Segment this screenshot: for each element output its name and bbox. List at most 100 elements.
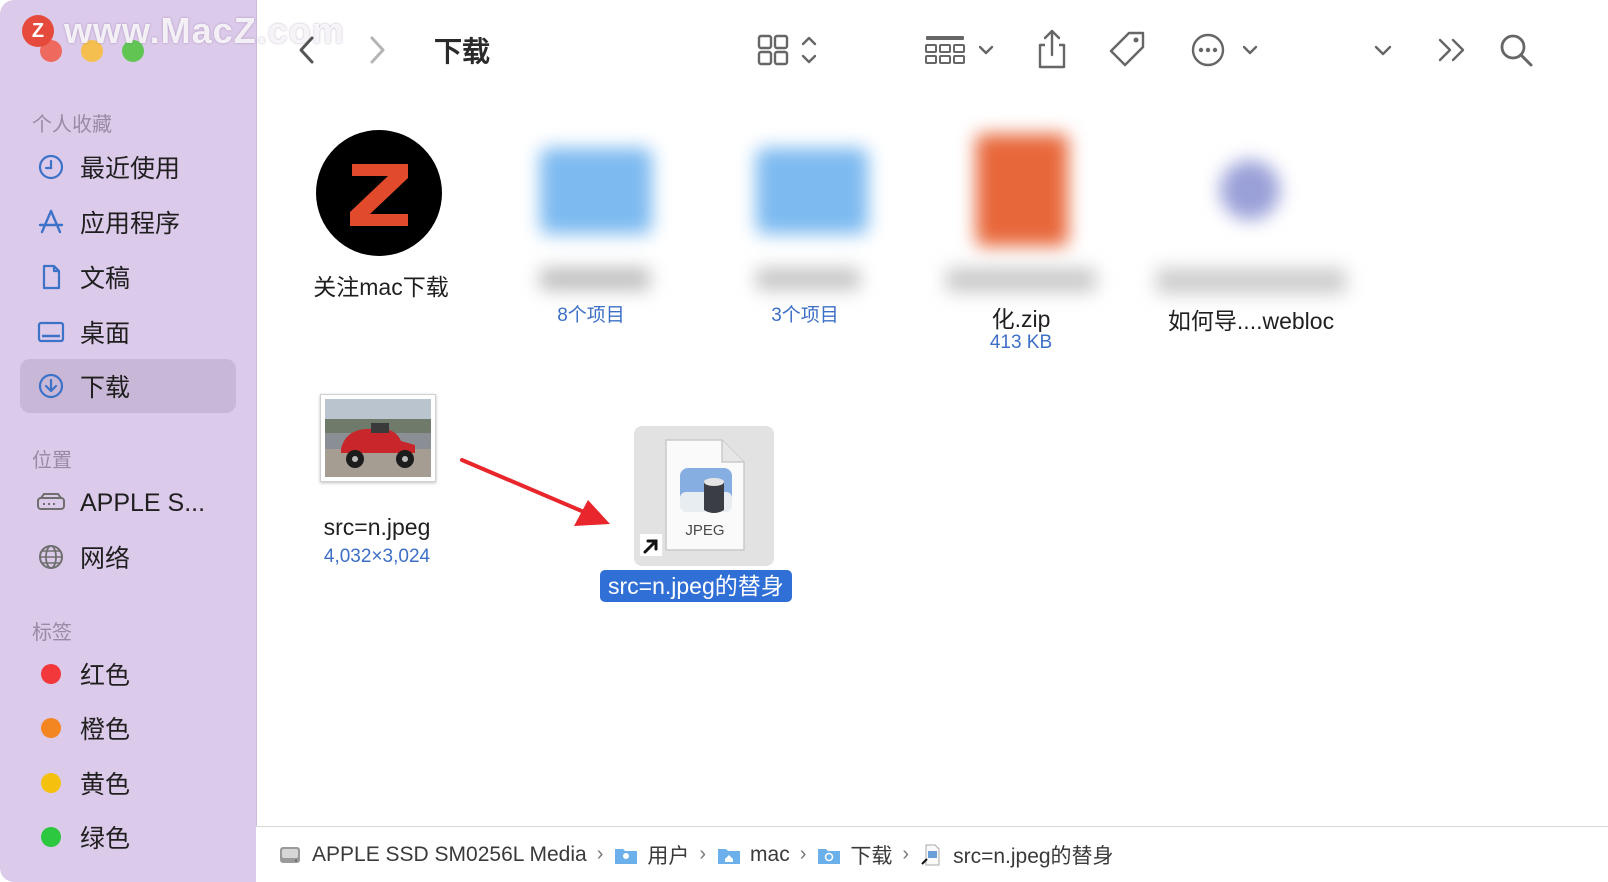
path-segment-label: src=n.jpeg的替身 <box>953 844 1114 868</box>
sidebar-item-label: 最近使用 <box>80 155 181 183</box>
drive-icon <box>36 488 66 518</box>
sidebar-item-label: 文稿 <box>80 265 131 293</box>
path-segment-users[interactable]: 用户 <box>613 840 689 870</box>
path-separator-icon: › <box>596 843 604 865</box>
file-name: 关注mac下载 <box>313 274 449 300</box>
blurred-name <box>540 268 650 290</box>
file-grid: 关注mac下载 8个项目 3个项目 化.zip 413 KB 如何导....we… <box>256 100 1608 826</box>
tag-dot-icon <box>36 768 66 798</box>
tags-section-title: 标签 <box>32 622 72 644</box>
path-segment-drive[interactable]: APPLE SSD SM0256L Media <box>278 843 587 867</box>
sidebar-item-tag-orange[interactable]: 橙色 <box>20 701 236 755</box>
group-button[interactable] <box>924 30 996 70</box>
file-type-badge: JPEG <box>685 522 725 539</box>
favorites-section-title: 个人收藏 <box>32 114 112 136</box>
tag-icon <box>1109 31 1145 67</box>
image-thumbnail <box>320 394 436 482</box>
forward-button[interactable] <box>360 30 394 70</box>
path-segment-downloads[interactable]: 下载 <box>816 840 892 870</box>
file-name: src=n.jpeg <box>323 514 431 540</box>
sidebar-item-recents[interactable]: 最近使用 <box>20 140 236 194</box>
sidebar-item-tag-yellow[interactable]: 黄色 <box>20 756 236 810</box>
watermark: Z www.MacZ.com <box>22 10 345 52</box>
sidebar-item-label: 橙色 <box>80 716 131 744</box>
file-name: 如何导....webloc <box>1167 308 1335 334</box>
jpeg-document-icon: JPEG <box>662 436 748 554</box>
share-icon <box>1038 29 1066 69</box>
file-name: 化.zip <box>991 306 1051 332</box>
apps-icon <box>36 207 66 237</box>
blurred-name <box>756 268 860 290</box>
home-folder-icon <box>718 848 741 864</box>
finder-window: 个人收藏 最近使用 应用程序 文稿 桌面 下载 位置 APPLE S... 网络… <box>0 0 1608 882</box>
view-mode-button[interactable] <box>756 30 826 70</box>
sidebar-item-label: 黄色 <box>80 771 131 799</box>
path-segment-home[interactable]: mac <box>716 843 790 867</box>
ellipsis-circle-icon <box>1191 33 1258 67</box>
path-separator-icon: › <box>799 843 807 865</box>
macz-logo-icon <box>316 130 442 256</box>
document-icon <box>36 262 66 292</box>
tag-button[interactable] <box>1106 28 1150 72</box>
window-title: 下载 <box>434 36 491 67</box>
sidebar-item-label: 红色 <box>80 662 131 690</box>
sidebar-item-label: 下载 <box>80 374 131 402</box>
file-subtitle: 413 KB <box>989 332 1053 353</box>
toolbar-overflow-button[interactable] <box>1432 30 1472 70</box>
sidebar-item-documents[interactable]: 文稿 <box>20 250 236 304</box>
watermark-text: www.MacZ.com <box>64 10 345 51</box>
red-arrow-icon <box>460 458 610 526</box>
double-chevron-right-icon <box>1438 38 1465 62</box>
file-name-selected: src=n.jpeg的替身 <box>600 570 792 602</box>
sidebar-item-label: 桌面 <box>80 320 131 348</box>
blurred-name <box>1156 268 1346 294</box>
sidebar: 个人收藏 最近使用 应用程序 文稿 桌面 下载 位置 APPLE S... 网络… <box>0 0 257 882</box>
sidebar-item-downloads[interactable]: 下载 <box>20 359 236 413</box>
locations-section-title: 位置 <box>32 450 72 472</box>
sidebar-item-desktop[interactable]: 桌面 <box>20 305 236 359</box>
search-button[interactable] <box>1494 28 1538 72</box>
clock-icon <box>36 152 66 182</box>
search-icon <box>1500 34 1533 67</box>
folder-icon <box>615 848 638 864</box>
sidebar-item-label: 应用程序 <box>80 210 181 238</box>
share-button[interactable] <box>1032 26 1072 72</box>
path-segment-label: 用户 <box>647 844 690 868</box>
globe-icon <box>36 542 66 572</box>
toolbar: 下载 <box>256 0 1608 100</box>
tag-dot-icon <box>36 713 66 743</box>
sidebar-item-tag-red[interactable]: 红色 <box>20 647 236 701</box>
path-dropdown-button[interactable] <box>1368 30 1398 70</box>
folder-icon <box>756 148 868 234</box>
hard-drive-icon <box>280 846 300 863</box>
folder-icon <box>540 148 652 234</box>
file-subtitle: 8个项目 <box>557 305 625 326</box>
webloc-icon <box>1220 160 1280 220</box>
downloads-folder-icon <box>818 848 841 864</box>
desktop-icon <box>36 317 66 347</box>
tag-dot-icon <box>36 822 66 852</box>
path-separator-icon: › <box>699 843 707 865</box>
path-segment-label: APPLE SSD SM0256L Media <box>312 842 587 866</box>
sidebar-item-tag-green[interactable]: 绿色 <box>20 810 236 864</box>
sidebar-item-label: APPLE S... <box>80 488 206 517</box>
blurred-name <box>946 268 1096 292</box>
path-segment-label: 下载 <box>850 844 893 868</box>
watermark-logo-icon: Z <box>22 15 54 47</box>
path-bar: APPLE SSD SM0256L Media › 用户 › mac › 下载 … <box>256 826 1608 882</box>
sidebar-item-applications[interactable]: 应用程序 <box>20 195 236 249</box>
group-grid-icon <box>925 36 994 64</box>
path-segment-file[interactable]: src=n.jpeg的替身 <box>919 840 1114 870</box>
file-subtitle: 4,032×3,024 <box>323 546 431 567</box>
sidebar-item-network[interactable]: 网络 <box>20 530 236 584</box>
file-subtitle: 3个项目 <box>771 305 839 326</box>
more-actions-button[interactable] <box>1190 30 1262 70</box>
sidebar-item-drive[interactable]: APPLE S... <box>20 476 236 530</box>
sidebar-item-label: 绿色 <box>80 825 131 853</box>
car-photo-icon <box>325 399 431 477</box>
icon-grid-icon <box>757 34 817 66</box>
tag-dot-icon <box>36 659 66 689</box>
zip-file-icon <box>976 134 1068 246</box>
alias-arrow-icon <box>640 534 662 556</box>
path-segment-label: mac <box>750 842 790 866</box>
